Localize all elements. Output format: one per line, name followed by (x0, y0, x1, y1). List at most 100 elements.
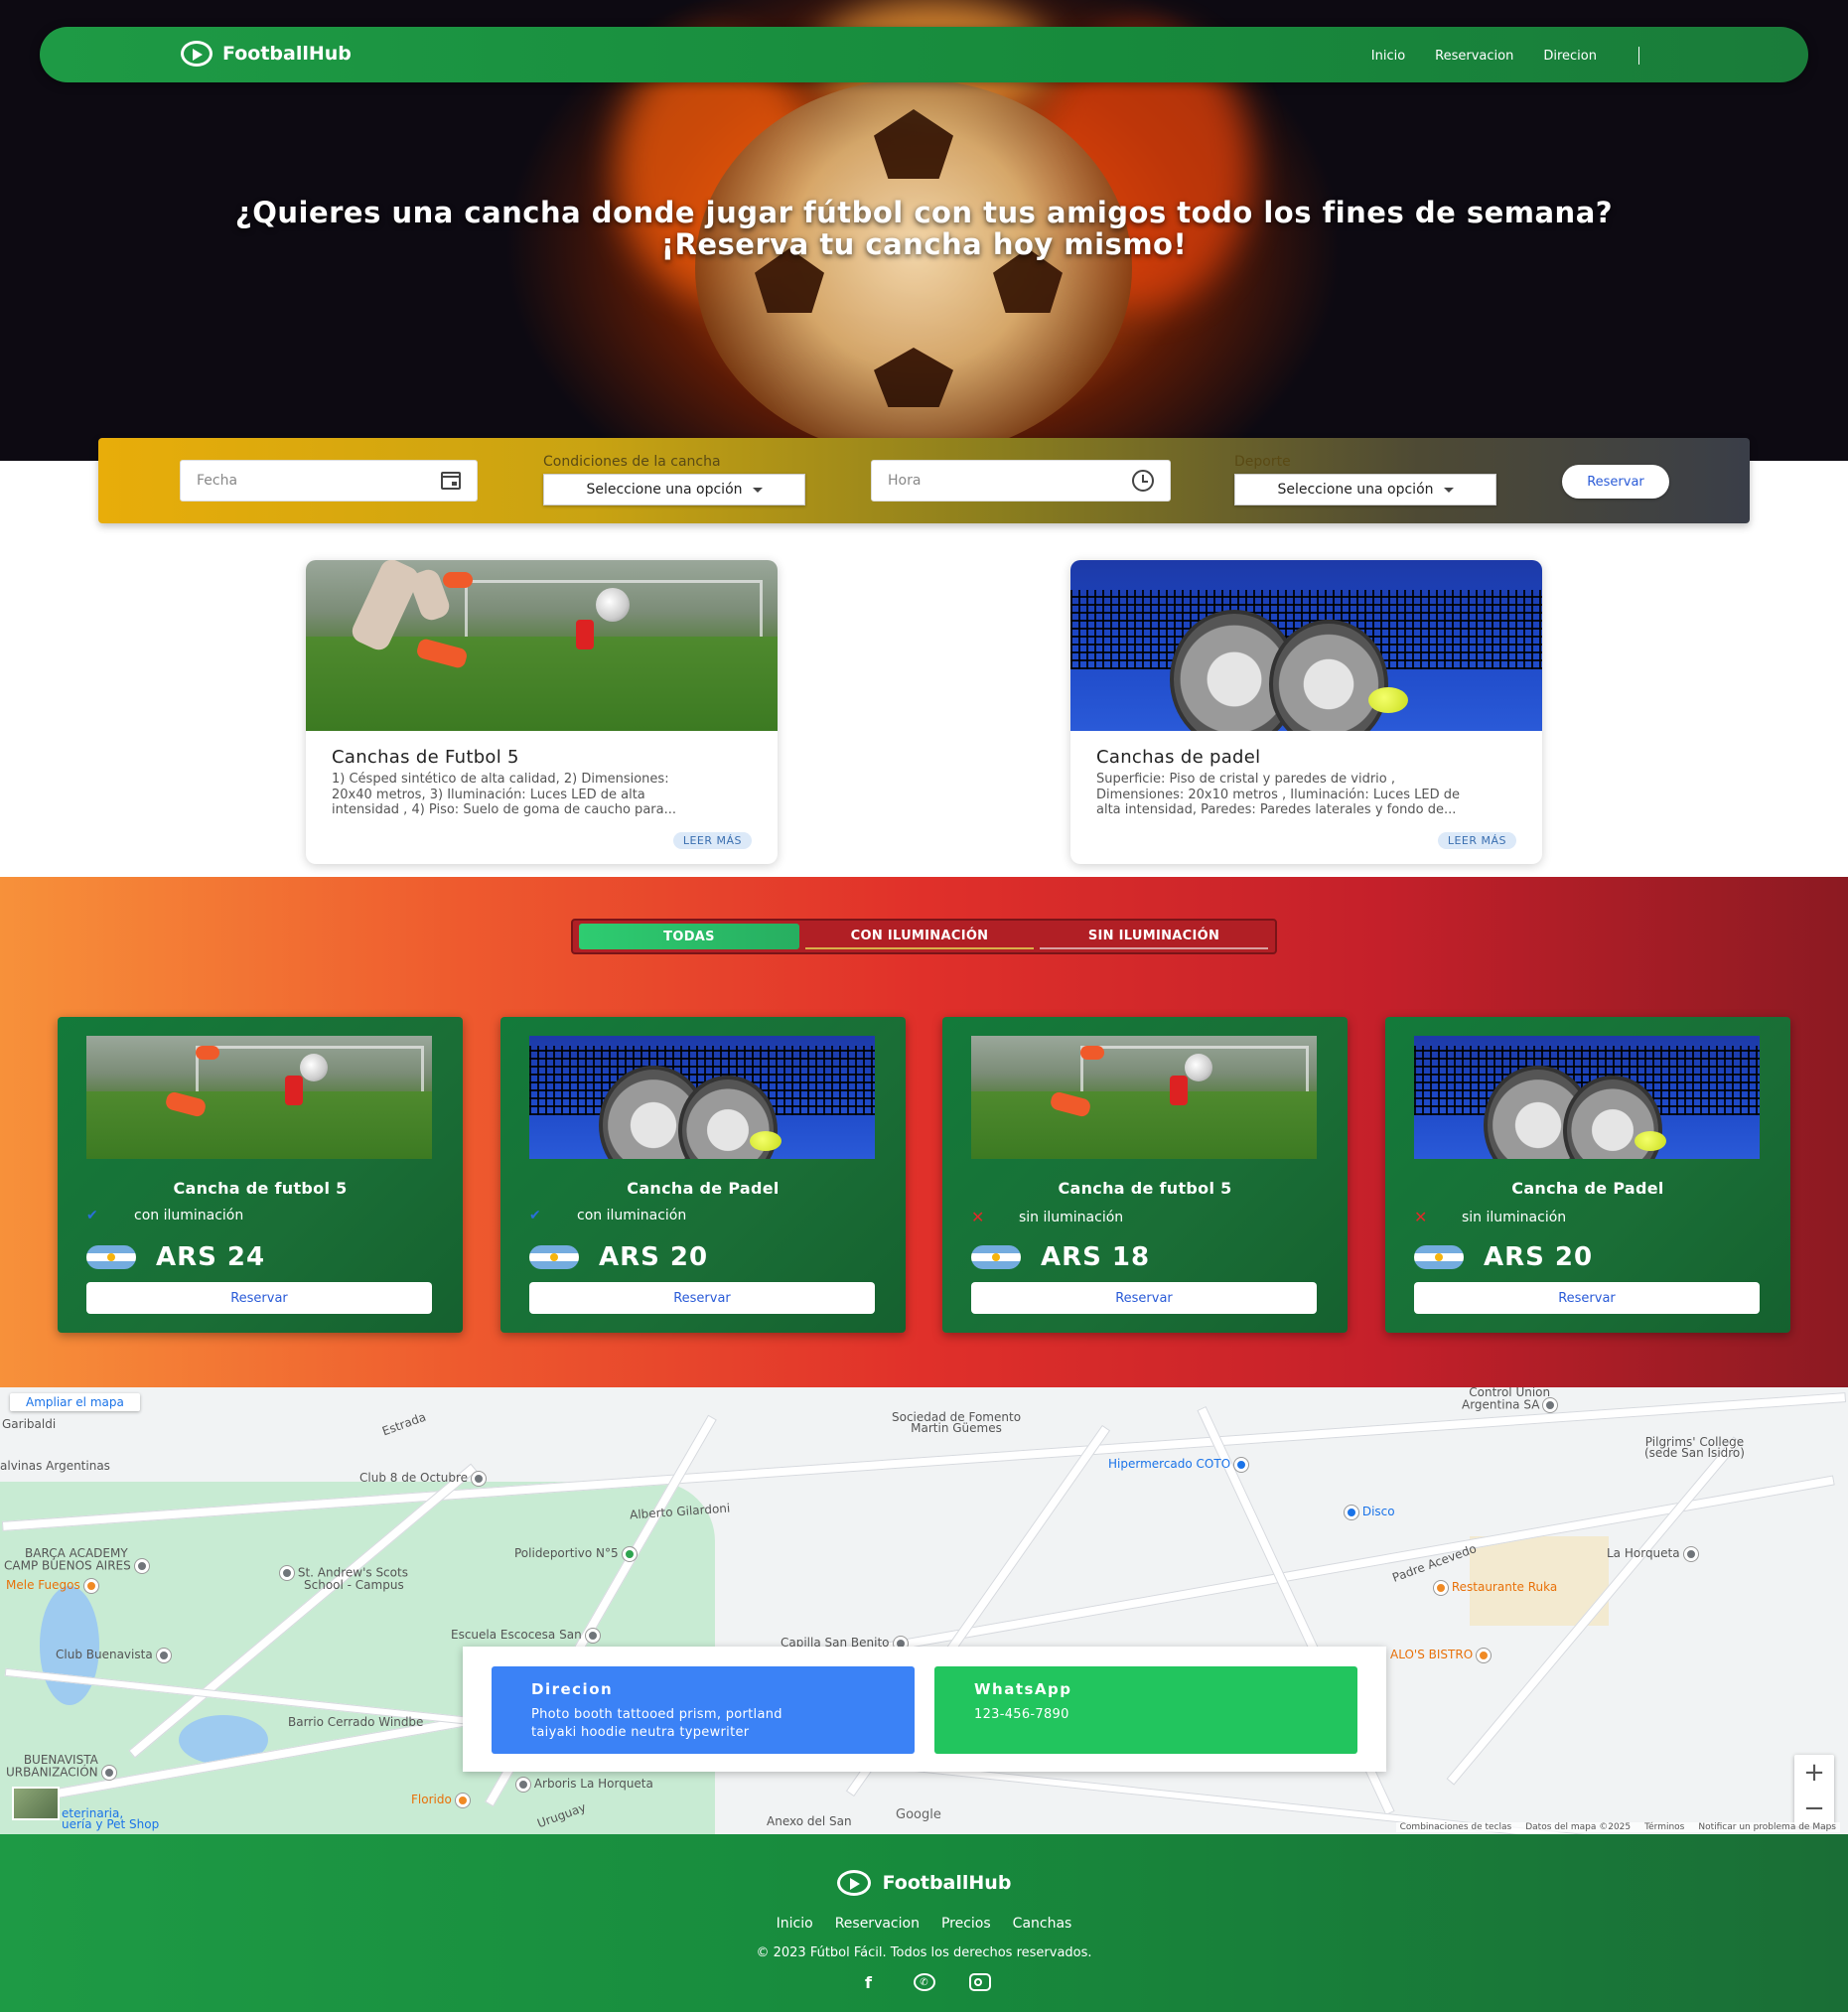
check-icon: ✔ (86, 1208, 98, 1223)
map-pin-icon (472, 1471, 487, 1486)
address-box: Direcion Photo booth tattooed prism, por… (492, 1666, 915, 1754)
tab-con-iluminacion[interactable]: CON ILUMINACIÓN (805, 924, 1034, 949)
read-more-button[interactable]: LEER MÁS (672, 832, 752, 849)
description-line: 1) Césped sintético de alta calidad, 2) … (332, 772, 669, 787)
map-label: Sociedad de Fomento Martin Güemes (892, 1410, 1022, 1435)
map-pin-icon (280, 1566, 294, 1580)
zoom-in-button[interactable]: + (1794, 1755, 1834, 1791)
nav-link-inicio[interactable]: Inicio (1371, 49, 1405, 64)
court-price: ARS 24 (86, 1242, 265, 1272)
whatsapp-number[interactable]: 123-456-7890 (974, 1706, 1318, 1724)
nav-divider (1638, 47, 1639, 65)
hero-heading-line2: ¡Reserva tu cancha hoy mismo! (660, 227, 1188, 261)
facebook-icon[interactable]: f (858, 1973, 880, 1992)
footer-link-canchas[interactable]: Canchas (1013, 1916, 1072, 1932)
conditions-select[interactable]: Seleccione una opción (543, 474, 805, 505)
footer-brand[interactable]: FootballHub (0, 1870, 1848, 1896)
court-feature-label: sin iluminación (1019, 1209, 1124, 1225)
tab-sin-iluminacion[interactable]: SIN ILUMINACIÓN (1040, 924, 1268, 949)
restaurant-pin-icon (83, 1578, 98, 1593)
check-icon: ✔ (529, 1208, 541, 1223)
map-pin-icon (1543, 1398, 1558, 1412)
court-reserve-button[interactable]: Reservar (1414, 1282, 1760, 1314)
map-pin-icon (1683, 1546, 1698, 1561)
instagram-icon[interactable] (968, 1973, 991, 1991)
court-title: Cancha de futbol 5 (173, 1179, 348, 1198)
sport-select[interactable]: Seleccione una opción (1234, 474, 1496, 505)
restaurant-pin-icon (455, 1793, 470, 1807)
brand-logo[interactable]: FootballHub (181, 41, 352, 67)
clock-icon[interactable] (1132, 470, 1154, 492)
map-footer-link[interactable]: Términos (1644, 1822, 1684, 1832)
padel-image (1070, 560, 1542, 731)
feature-card-title: Canchas de Futbol 5 (332, 747, 519, 768)
nav-link-reservacion[interactable]: Reservacion (1435, 49, 1513, 64)
map-pin-icon (622, 1546, 637, 1561)
hero-heading: ¿Quieres una cancha donde jugar fútbol c… (0, 197, 1848, 260)
nav-links: Inicio Reservacion Direcion (1371, 47, 1639, 65)
map-footer-link[interactable]: Combinaciones de teclas (1400, 1822, 1512, 1832)
nav-link-direcion[interactable]: Direcion (1543, 49, 1597, 64)
play-circle-icon (836, 1870, 871, 1896)
whatsapp-icon[interactable]: ✆ (913, 1973, 935, 1991)
play-circle-icon (181, 41, 213, 67)
footer-link-reservacion[interactable]: Reservacion (835, 1916, 920, 1932)
map-pin-icon (156, 1648, 171, 1662)
soccer-image (306, 560, 778, 731)
calendar-icon[interactable] (441, 472, 461, 490)
soccer-image (971, 1036, 1317, 1159)
court-title: Cancha de futbol 5 (1058, 1179, 1232, 1198)
court-feature-label: con iluminación (577, 1208, 687, 1223)
map-label: Hipermercado COTO (1108, 1457, 1249, 1472)
footer-link-inicio[interactable]: Inicio (777, 1916, 813, 1932)
court-reserve-button[interactable]: Reservar (86, 1282, 432, 1314)
map-label: La Horqueta (1607, 1546, 1698, 1561)
booking-form: Fecha Condiciones de la cancha Seleccion… (98, 438, 1750, 523)
read-more-button[interactable]: LEER MÁS (1437, 832, 1516, 849)
map-satellite-toggle[interactable] (12, 1787, 60, 1820)
conditions-select-value: Seleccione una opción (586, 482, 743, 498)
map-label: Escuela Escocesa San (451, 1628, 600, 1643)
filter-tabs: TODAS CON ILUMINACIÓN SIN ILUMINACIÓN (571, 919, 1277, 954)
description-line: Dimensiones: 20x10 metros , Iluminación:… (1096, 787, 1461, 802)
cross-icon: ✕ (1414, 1208, 1428, 1226)
social-links: f ✆ (0, 1973, 1848, 1992)
address-text: Photo booth tattooed prism, portland taiy… (531, 1707, 782, 1740)
map-label: Mele Fuegos (6, 1578, 98, 1593)
restaurant-pin-icon (1477, 1648, 1492, 1662)
court-reserve-button[interactable]: Reservar (971, 1282, 1317, 1314)
feature-card-futbol: Canchas de Futbol 5 1) Césped sintético … (306, 560, 778, 864)
tab-todas[interactable]: TODAS (579, 924, 799, 949)
map-label: alvinas Argentinas (0, 1459, 110, 1473)
date-placeholder: Fecha (197, 473, 238, 489)
time-field[interactable]: Hora (871, 460, 1171, 502)
court-title: Cancha de Padel (627, 1179, 780, 1198)
map-label: Control Union Argentina SA (1462, 1387, 1558, 1412)
map-pin-icon (516, 1777, 530, 1792)
pricing-section: TODAS CON ILUMINACIÓN SIN ILUMINACIÓN Ca… (0, 877, 1848, 1387)
map-pin-icon (101, 1766, 116, 1780)
court-reserve-button[interactable]: Reservar (529, 1282, 875, 1314)
court-price: ARS 18 (971, 1242, 1150, 1272)
map-label: Restaurante Ruka (1430, 1580, 1557, 1595)
footer-link-precios[interactable]: Precios (941, 1916, 991, 1932)
description-line: 20x40 metros, 3) Iluminación: Luces LED … (332, 787, 645, 802)
court-card: Cancha de Padel ✔ con iluminación ARS 20… (500, 1017, 906, 1333)
conditions-label: Condiciones de la cancha (543, 454, 721, 470)
whatsapp-box[interactable]: WhatsApp 123-456-7890 (934, 1666, 1357, 1754)
court-feature: ✔ con iluminación (86, 1208, 243, 1223)
map-label: BUENAVISTA URBANIZACIÓN (6, 1754, 116, 1780)
map-label: Pilgrims' College (sede San Isidro) (1644, 1435, 1745, 1460)
map-label: Florido (411, 1793, 470, 1807)
map-footer-link[interactable]: Notificar un problema de Maps (1698, 1822, 1836, 1832)
map-pin-icon (1345, 1505, 1358, 1519)
address-title: Direcion (531, 1680, 614, 1698)
reserve-button[interactable]: Reservar (1562, 465, 1669, 499)
date-field[interactable]: Fecha (180, 460, 478, 502)
enlarge-map-link[interactable]: Ampliar el mapa (10, 1393, 140, 1411)
footer-brand-name: FootballHub (882, 1872, 1012, 1894)
cross-icon: ✕ (971, 1208, 985, 1226)
chevron-down-icon (752, 487, 763, 493)
zoom-out-button[interactable]: − (1794, 1791, 1834, 1826)
map-label: Club 8 de Octubre (359, 1471, 487, 1486)
